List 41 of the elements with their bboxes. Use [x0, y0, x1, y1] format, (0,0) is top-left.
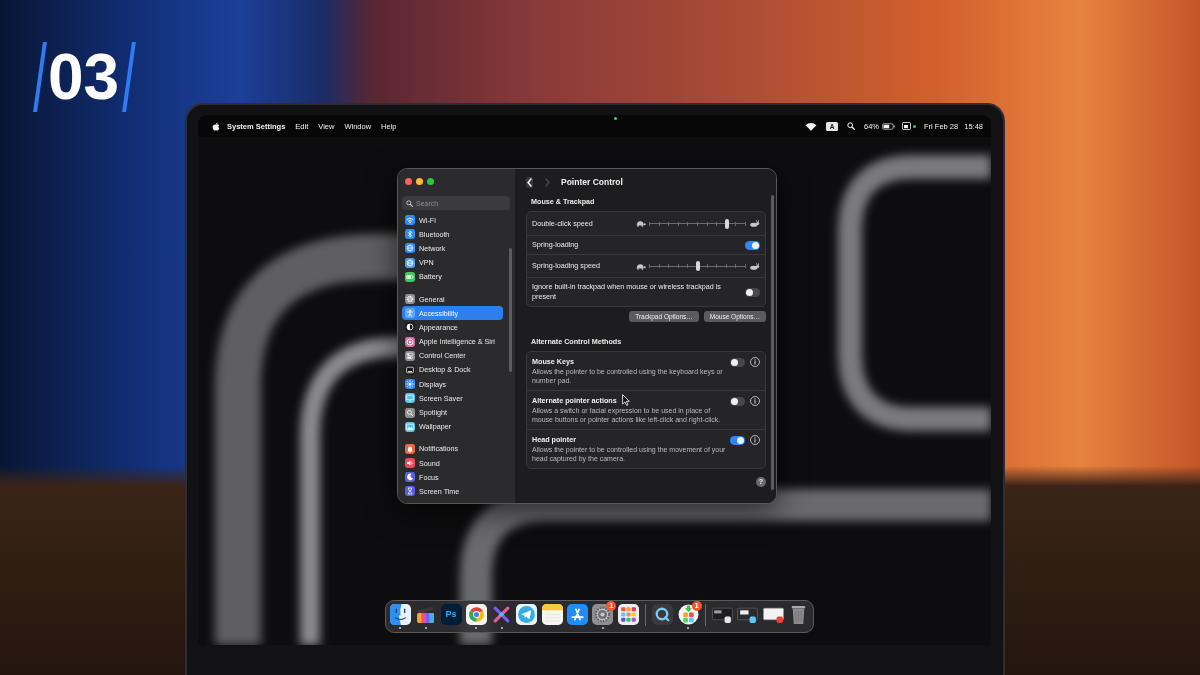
- ring-tile-icon[interactable]: [652, 604, 674, 625]
- toggle-switch[interactable]: [730, 435, 745, 445]
- slider-thumb[interactable]: [695, 261, 700, 271]
- squares-download-icon[interactable]: [677, 604, 699, 625]
- two-tone-face-icon[interactable]: [389, 604, 411, 625]
- paper-plane-icon[interactable]: [516, 604, 538, 625]
- camera-light-icon: [614, 117, 617, 120]
- turtle-icon: [635, 262, 646, 270]
- rabbit-icon: [749, 262, 760, 270]
- search-icon: [406, 199, 413, 207]
- scrollbar-thumb[interactable]: [509, 248, 512, 372]
- close-button[interactable]: [405, 178, 412, 185]
- notepad-icon[interactable]: [541, 604, 563, 625]
- wifi-icon[interactable]: [805, 121, 818, 131]
- apple-icon[interactable]: [212, 121, 220, 131]
- rabbit-icon: [749, 220, 760, 227]
- indicator-dot-icon: [913, 124, 917, 128]
- ps-app-icon[interactable]: Ps: [440, 604, 462, 625]
- toggle-switch[interactable]: [745, 287, 760, 297]
- page-title: Pointer Control: [561, 177, 623, 187]
- a-shape-tile-icon[interactable]: [567, 604, 589, 625]
- window-icon[interactable]: [902, 122, 912, 130]
- scrollbar-thumb[interactable]: [771, 195, 774, 490]
- search-icon[interactable]: [847, 122, 855, 130]
- toggle-switch[interactable]: [730, 357, 745, 367]
- chevron-left-icon[interactable]: [526, 176, 533, 188]
- zoom-button[interactable]: [427, 178, 434, 185]
- info-icon[interactable]: [750, 396, 760, 406]
- info-icon[interactable]: [750, 435, 760, 445]
- battery-icon[interactable]: [882, 122, 896, 130]
- pointer-cursor-icon: [622, 394, 630, 406]
- gear-icon[interactable]: [592, 604, 614, 625]
- slider-thumb[interactable]: [724, 218, 729, 229]
- info-icon[interactable]: [750, 357, 760, 367]
- app-grid-icon[interactable]: [617, 604, 639, 625]
- toggle-switch[interactable]: [745, 240, 760, 250]
- turtle-icon: [635, 220, 646, 227]
- minimize-button[interactable]: [416, 178, 423, 185]
- clapperboard-icon[interactable]: [415, 604, 437, 625]
- toggle-switch[interactable]: [730, 396, 745, 406]
- episode-number: 03: [35, 40, 135, 114]
